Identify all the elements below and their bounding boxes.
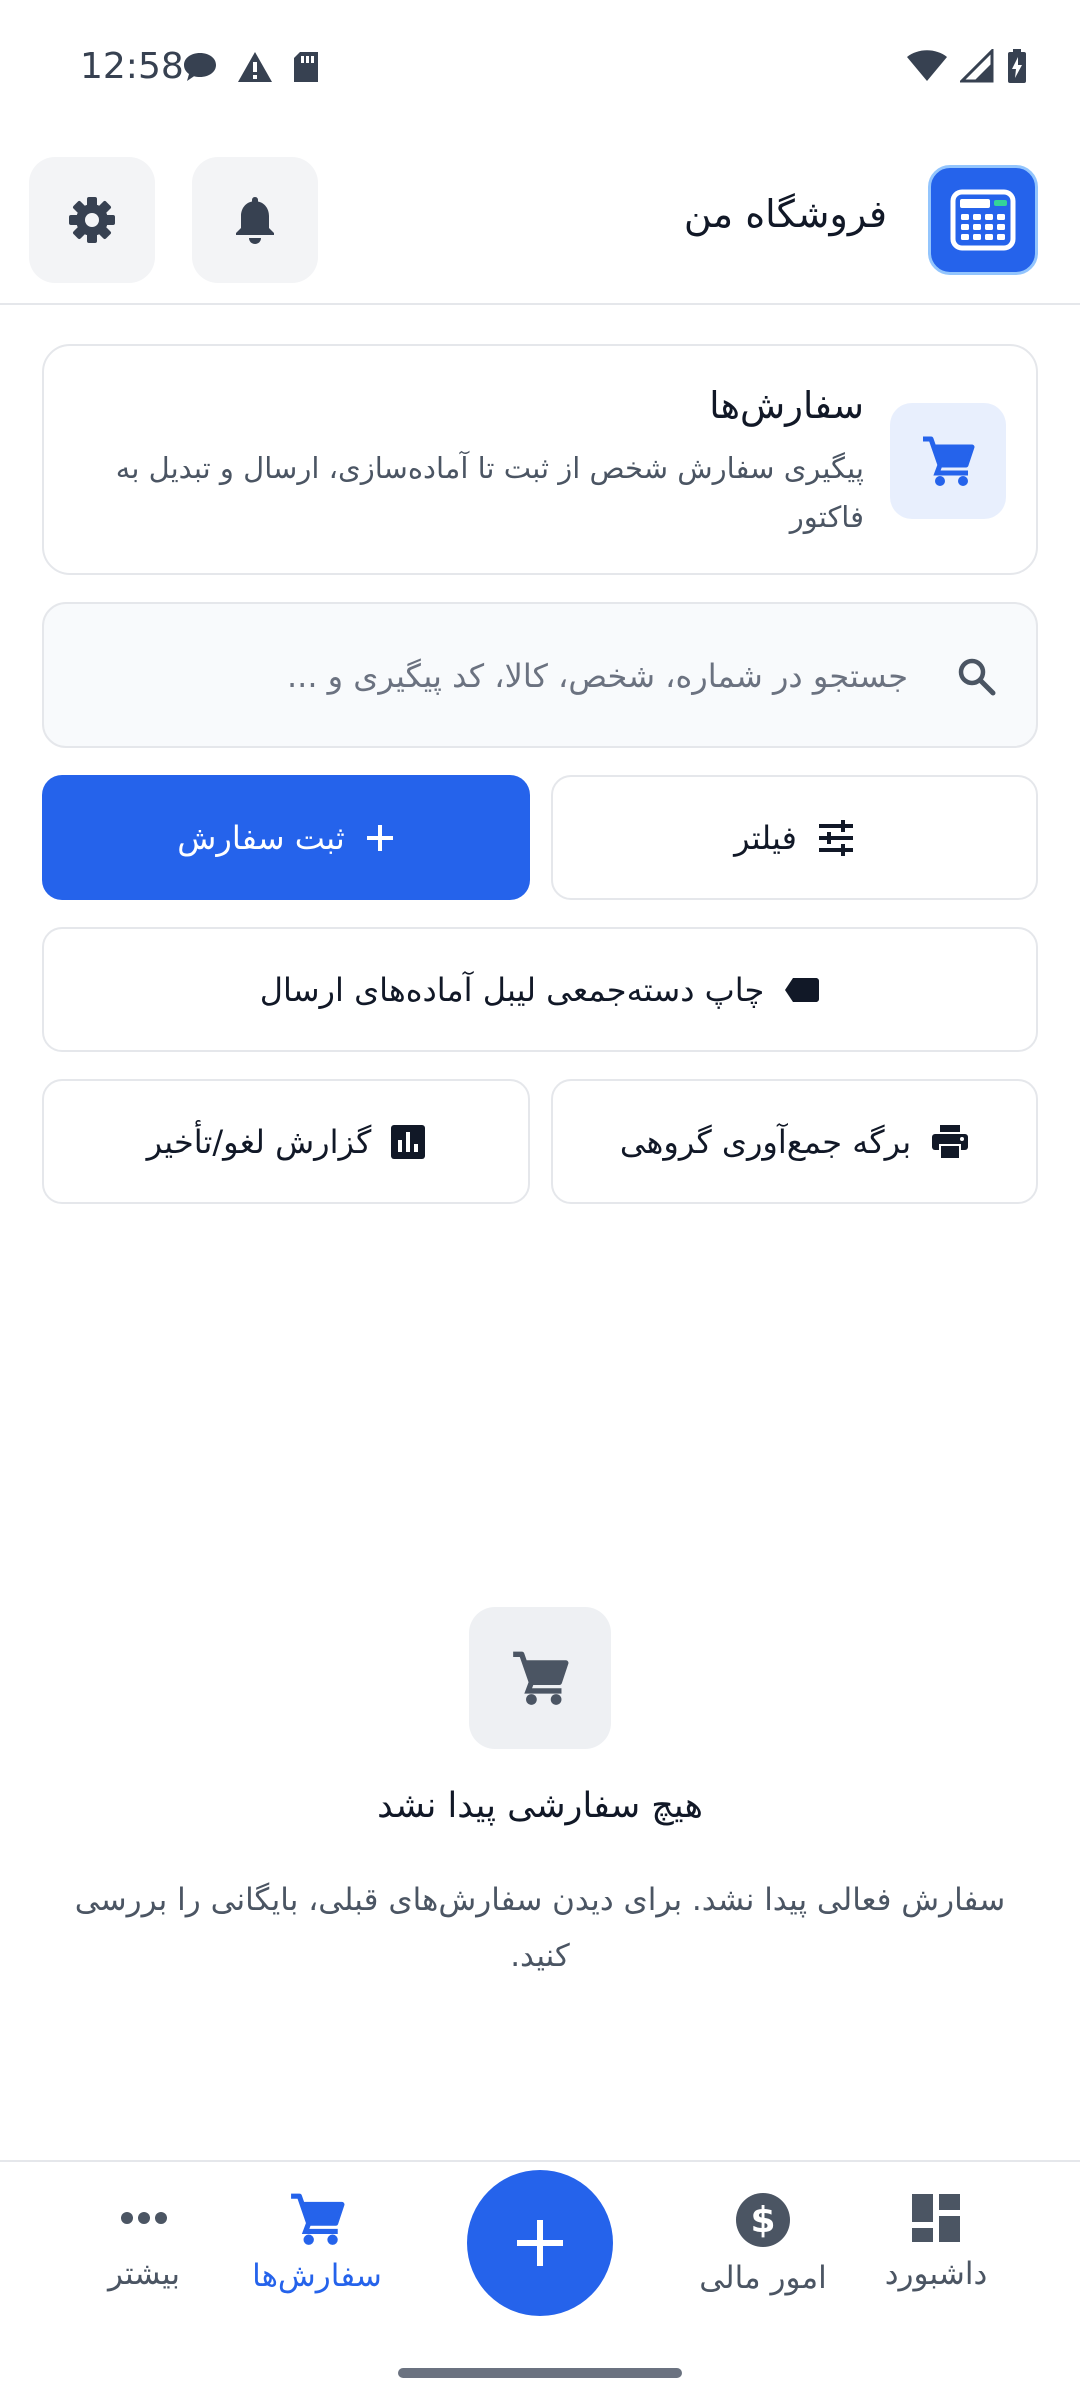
- nav-item-finance[interactable]: $ امور مالی: [678, 2192, 848, 2332]
- app-header: فروشگاه من: [0, 135, 1080, 305]
- bottom-navigation: داشبورد $ امور مالی سفارش‌ها بیشتر: [0, 2160, 1080, 2400]
- pick-sheet-button[interactable]: برگه جمع‌آوری گروهی: [551, 1079, 1038, 1204]
- nav-label-finance: امور مالی: [699, 2260, 827, 2296]
- nav-label-more: بیشتر: [107, 2256, 181, 2292]
- chat-bubble-icon: [184, 53, 216, 81]
- search-icon: [958, 658, 996, 696]
- empty-state-title: هیچ سفارشی پیدا نشد: [377, 1786, 703, 1826]
- print-labels-button[interactable]: چاپ دسته‌جمعی لیبل آماده‌های ارسال: [42, 927, 1038, 1052]
- printer-icon: [932, 1124, 969, 1159]
- settings-button[interactable]: [29, 157, 155, 283]
- status-bar: 12:58: [0, 0, 1080, 135]
- home-indicator[interactable]: [398, 2368, 682, 2378]
- gear-icon: [69, 197, 115, 243]
- pick-sheet-label: برگه جمع‌آوری گروهی: [619, 1122, 912, 1161]
- svg-text:$: $: [750, 2200, 775, 2241]
- app-logo: [928, 165, 1038, 275]
- nav-item-orders[interactable]: سفارش‌ها: [232, 2192, 402, 2332]
- cash-register-icon: [950, 189, 1016, 251]
- new-order-label: ثبت سفارش: [177, 818, 345, 857]
- plus-icon: [517, 2220, 563, 2266]
- status-time: 12:58: [80, 46, 184, 87]
- cancel-report-button[interactable]: گزارش لغو/تأخیر: [42, 1079, 530, 1204]
- print-labels-label: چاپ دسته‌جمعی لیبل آماده‌های ارسال: [259, 970, 765, 1009]
- sd-card-icon: [294, 52, 318, 82]
- orders-card-description: پیگیری سفارش شخص از ثبت تا آماده‌سازی، ا…: [115, 451, 864, 534]
- tune-icon: [818, 819, 853, 856]
- orders-info-card: سفارش‌ها پیگیری سفارش شخص از ثبت تا آماد…: [42, 344, 1038, 575]
- cart-icon: [513, 1651, 569, 1705]
- notifications-button[interactable]: [192, 157, 318, 283]
- bell-icon: [236, 197, 274, 244]
- cancel-report-label: گزارش لغو/تأخیر: [146, 1122, 372, 1161]
- wifi-icon: [907, 50, 947, 81]
- cart-icon: [923, 436, 975, 486]
- battery-charging-icon: [1008, 49, 1026, 83]
- plus-icon: [366, 824, 393, 851]
- search-bar[interactable]: [42, 602, 1038, 748]
- nav-item-dashboard[interactable]: داشبورد: [851, 2192, 1021, 2332]
- store-title: فروشگاه من: [683, 192, 887, 236]
- search-input[interactable]: [118, 646, 908, 706]
- filter-button[interactable]: فیلتر: [551, 775, 1038, 900]
- nav-item-more[interactable]: بیشتر: [59, 2192, 229, 2332]
- new-order-button[interactable]: ثبت سفارش: [42, 775, 530, 900]
- orders-card-title: سفارش‌ها: [709, 384, 864, 427]
- orders-card-icon-box: [890, 403, 1006, 519]
- filter-label: فیلتر: [734, 818, 797, 857]
- empty-state-description: سفارش فعالی پیدا نشد. برای دیدن سفارش‌ها…: [74, 1882, 1006, 1974]
- more-icon: [121, 2212, 167, 2224]
- status-icons-right: [906, 48, 1028, 84]
- status-icons-left: [182, 50, 320, 84]
- bar-chart-icon: [391, 1124, 426, 1159]
- dashboard-icon: [912, 2194, 960, 2242]
- dollar-icon: $: [736, 2193, 790, 2247]
- signal-icon: [960, 49, 994, 83]
- cart-icon: [291, 2193, 345, 2245]
- nav-label-orders: سفارش‌ها: [252, 2258, 382, 2294]
- label-icon: [785, 977, 820, 1002]
- nav-label-dashboard: داشبورد: [884, 2256, 988, 2292]
- empty-state-icon-box: [469, 1607, 611, 1749]
- fab-add-button[interactable]: [467, 2170, 613, 2316]
- warning-icon: [238, 52, 272, 82]
